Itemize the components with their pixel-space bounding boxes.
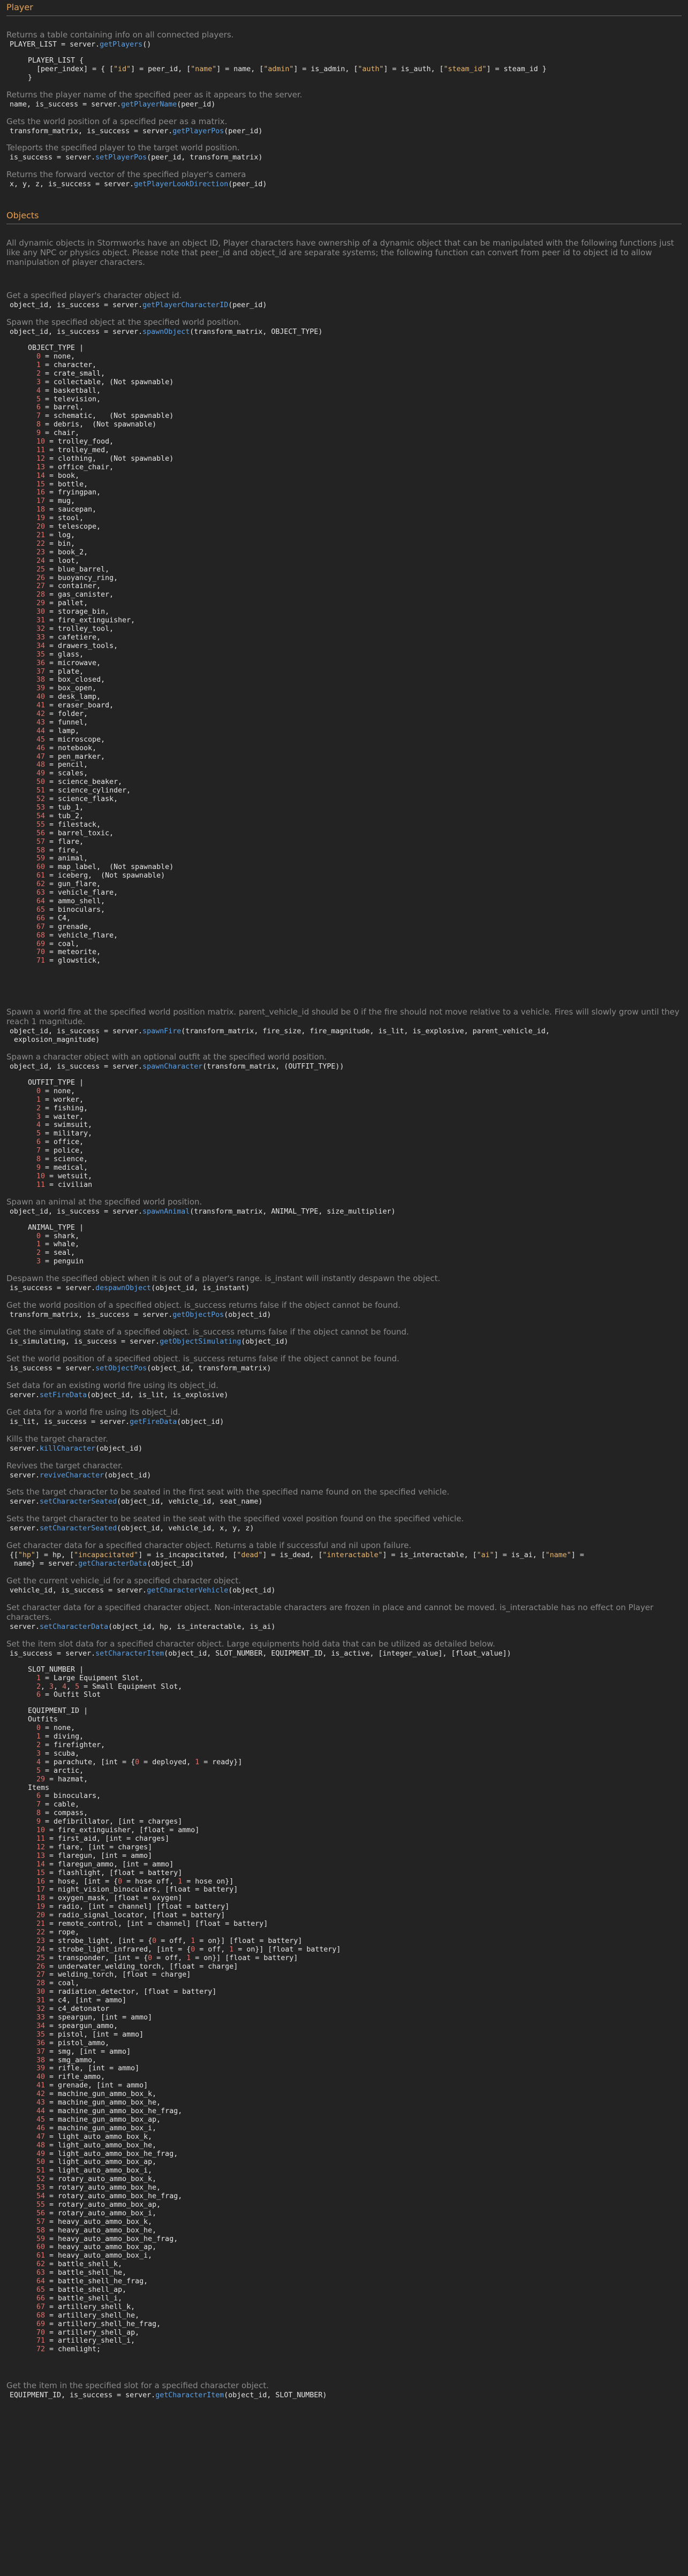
code-line: server.setFireData(object_id, is_lit, is… xyxy=(10,1391,229,1399)
section-title-player: Player xyxy=(6,0,682,16)
object-entry-list: Despawn the specified object when it is … xyxy=(6,1274,682,1658)
entry-description: Spawn the specified object at the specif… xyxy=(6,317,241,327)
entry-description: Set data for an existing world fire usin… xyxy=(6,1380,218,1390)
entry-description: Sets the target character to be seated i… xyxy=(6,1487,450,1497)
code-line: is_success = server.setObjectPos(object_… xyxy=(10,1364,271,1373)
code-line: object_id, is_success = server.spawnAnim… xyxy=(10,1207,396,1216)
entry-description: Get the world position of a specified ob… xyxy=(6,1300,401,1310)
entry-description: Spawn a character object with an optiona… xyxy=(6,1052,327,1062)
code-line: EQUIPMENT_ID, is_success = server.getCha… xyxy=(10,2391,327,2400)
slot-number-block: SLOT_NUMBER | 1 = Large Equipment Slot, … xyxy=(28,1665,183,1699)
entry-description: Spawn a world fire at the specified worl… xyxy=(6,1007,679,1027)
entry-description: Teleports the specified player to the ta… xyxy=(6,143,240,153)
entry-description: Get the simulating state of a specified … xyxy=(6,1327,409,1337)
code-line: object_id, is_success = server.spawnChar… xyxy=(10,1063,344,1071)
outfit-type-block: OUTFIT_TYPE | 0 = none, 1 = worker, 2 = … xyxy=(28,1078,93,1189)
code-line: name, is_success = server.getPlayerName(… xyxy=(10,100,216,109)
entry-description: Returns the forward vector of the specif… xyxy=(6,170,246,180)
code-line: object_id, is_success = server.spawnObje… xyxy=(10,328,323,337)
entry-description: Returns the player name of the specified… xyxy=(6,89,303,100)
entry-description: Gets the world position of a specified p… xyxy=(6,116,228,126)
entry-description: Spawn an animal at the specified world p… xyxy=(6,1196,202,1207)
code-line: server.setCharacterSeated(object_id, veh… xyxy=(10,1498,263,1506)
code-line: vehicle_id, is_success = server.getChara… xyxy=(10,1587,276,1595)
code-line: is_success = server.setPlayerPos(peer_id… xyxy=(10,154,263,162)
code-line: x, y, z, is_success = server.getPlayerLo… xyxy=(10,180,267,189)
object-type-block: OBJECT_TYPE | 0 = none, 1 = character, 2… xyxy=(28,344,174,965)
entry-description: Set the world position of a specified ob… xyxy=(6,1353,399,1363)
code-line: transform_matrix, is_success = server.ge… xyxy=(10,1311,271,1320)
player-list-block: PLAYER_LIST { [peer_index] = { ["id"] = … xyxy=(28,56,547,82)
entry-description: Returns a table containing info on all c… xyxy=(6,30,234,40)
code-line: is_success = server.despawnObject(object… xyxy=(10,1284,250,1293)
code-line: object_id, is_success = server.spawnFire… xyxy=(10,1027,550,1045)
objects-intro: All dynamic objects in Stormworks have a… xyxy=(6,238,674,268)
entry-description: Get data for a world fire using its obje… xyxy=(6,1407,180,1417)
equipment-id-block: EQUIPMENT_ID | Outfits 0 = none, 1 = div… xyxy=(28,1707,341,2354)
code-line: transform_matrix, is_success = server.ge… xyxy=(10,127,263,135)
code-line: server.reviveCharacter(object_id) xyxy=(10,1471,152,1480)
entry-description: Get character data for a specified chara… xyxy=(6,1541,412,1551)
code-line: server.setCharacterData(object_id, hp, i… xyxy=(10,1622,276,1631)
entry-description: Revives the target character. xyxy=(6,1460,123,1470)
entry-description: Get a specified player's character objec… xyxy=(6,291,182,301)
code-line: is_success = server.setCharacterItem(obj… xyxy=(10,1649,511,1658)
code-line: server.killCharacter(object_id) xyxy=(10,1444,143,1453)
code-line: PLAYER_LIST = server.getPlayers() xyxy=(10,41,152,49)
code-line: is_simulating, is_success = server.getOb… xyxy=(10,1337,289,1346)
code-line: server.setCharacterSeated(object_id, veh… xyxy=(10,1525,254,1533)
page-content: Player Returns a table containing info o… xyxy=(0,0,688,2400)
section-title-objects: Objects xyxy=(6,208,682,225)
entry-description: Get the current vehicle_id for a specifi… xyxy=(6,1576,241,1586)
code-line: object_id, is_success = server.getPlayer… xyxy=(10,301,267,310)
animal-type-block: ANIMAL_TYPE | 0 = shark, 1 = whale, 2 = … xyxy=(28,1223,84,1266)
entry-description: Despawn the specified object when it is … xyxy=(6,1274,441,1284)
entry-description: Get the item in the specified slot for a… xyxy=(6,2381,269,2391)
entry-description: Set character data for a specified chara… xyxy=(6,1602,654,1622)
entry-description: Sets the target character to be seated i… xyxy=(6,1514,464,1524)
code-line: is_lit, is_success = server.getFireData(… xyxy=(10,1417,224,1426)
code-line: {["hp"] = hp, ["incapacitated"] = is_inc… xyxy=(10,1551,584,1568)
entry-description: Kills the target character. xyxy=(6,1434,108,1444)
player-entry-list: Returns a table containing info on all c… xyxy=(6,30,682,189)
entry-description: Set the item slot data for a specified c… xyxy=(6,1638,495,1649)
